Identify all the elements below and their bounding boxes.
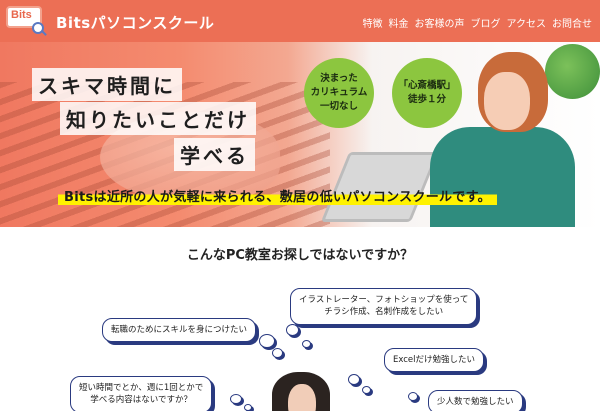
hero-woman-face — [484, 72, 530, 130]
badge-station: 「心斎橋駅」 徒歩１分 — [392, 58, 462, 128]
thought-dot — [348, 374, 360, 385]
thought-dot — [272, 348, 283, 358]
hero-plant-image — [545, 44, 600, 99]
thought-dot — [362, 386, 371, 394]
main-nav: 特徴 料金 お客様の声 ブログ アクセス お問合せ — [363, 15, 593, 30]
thought-dot — [302, 340, 311, 348]
bubble-text-line: チラシ作成、名刺作成をしたい — [324, 307, 444, 318]
badge-no-curriculum-line-1: 決まった — [320, 72, 358, 84]
hero-woman-body — [430, 127, 575, 227]
badge-station-line-2: 徒歩１分 — [407, 94, 446, 105]
hero-catch-line-3: 学べる — [174, 138, 255, 171]
site-logo[interactable]: Bits — [6, 6, 47, 36]
bubble-text-line: 学べる内容はないですか？ — [90, 395, 192, 406]
thought-dot — [230, 394, 242, 404]
hero-catch-line-1: スキマ時間に — [32, 68, 182, 101]
nav-blog[interactable]: ブログ — [471, 15, 501, 30]
site-header: Bits Bitsパソコンスクール 特徴 料金 お客様の声 ブログ アクセス お… — [0, 0, 600, 42]
thinking-woman-face — [288, 384, 316, 411]
nav-contact[interactable]: お問合せ — [552, 15, 592, 30]
bubble-text-line: Excelだけ勉強したい — [393, 355, 476, 365]
logo-text: Bits — [11, 9, 32, 21]
magnifier-handle — [41, 30, 47, 36]
nav-testimonials[interactable]: お客様の声 — [415, 15, 465, 30]
bubble-text-line: イラストレーター、フォトショップを使って — [299, 295, 469, 305]
thought-dot — [408, 392, 418, 401]
badge-no-curriculum-line-2: カリキュラム — [310, 86, 368, 98]
thought-dot — [244, 404, 252, 411]
nav-features[interactable]: 特徴 — [363, 15, 383, 30]
speech-bubble-career: 転職のためにスキルを身につけたい — [102, 318, 257, 343]
nav-pricing[interactable]: 料金 — [389, 15, 409, 30]
section-title: こんなPC教室お探しではないですか？ — [186, 248, 414, 263]
badge-no-curriculum-line-3: 一切なし — [319, 101, 358, 113]
speech-bubble-small-group: 少人数で勉強したい — [428, 390, 523, 411]
thought-dot — [286, 324, 299, 336]
speech-bubble-short-time: 短い時間でとか、週に1回とかで 学べる内容はないですか？ — [70, 376, 213, 411]
nav-access[interactable]: アクセス — [507, 15, 547, 30]
badge-station-line-1: 「心斎橋駅」 — [398, 79, 456, 91]
site-title[interactable]: Bitsパソコンスクール — [56, 12, 214, 33]
bubble-text-line: 少人数で勉強したい — [437, 397, 514, 407]
speech-bubble-illustrator: イラストレーター、フォトショップを使って チラシ作成、名刺作成をしたい — [290, 288, 478, 325]
speech-bubble-excel: Excelだけ勉強したい — [384, 348, 485, 373]
hero-banner: スキマ時間に 知りたいことだけ 学べる 決まった カリキュラム 一切なし 「心斎… — [0, 42, 600, 227]
bubble-text-line: 転職のためにスキルを身につけたい — [111, 325, 248, 335]
thought-dot — [259, 334, 275, 348]
bubble-text-line: 短い時間でとか、週に1回とかで — [79, 383, 204, 393]
hero-tagline: Bitsは近所の人が気軽に来られる、敷居の低いパソコンスクールです。 — [58, 186, 497, 205]
badge-no-curriculum: 決まった カリキュラム 一切なし — [304, 58, 374, 128]
hero-catch-line-2: 知りたいことだけ — [60, 102, 256, 135]
